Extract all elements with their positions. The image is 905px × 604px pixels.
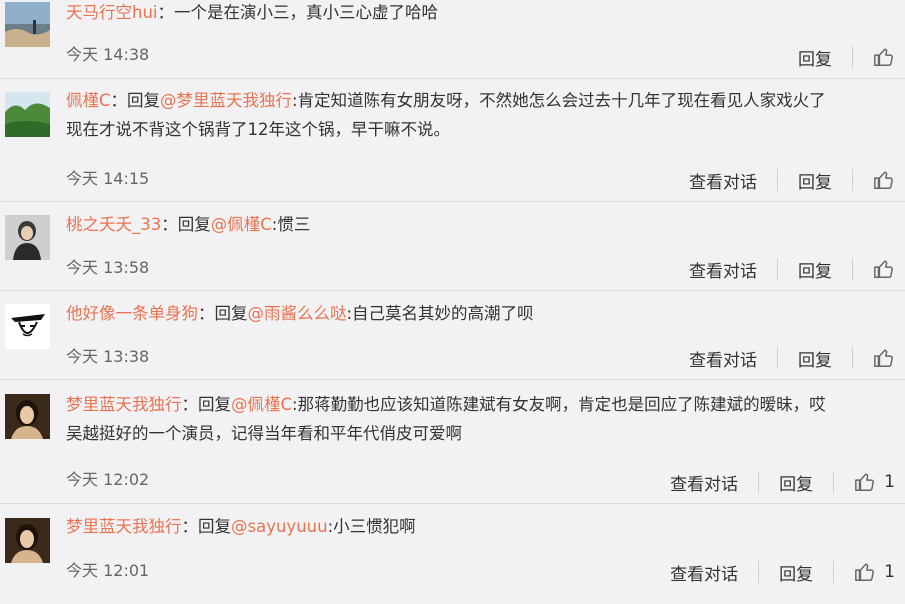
- comment-username[interactable]: 梦里蓝天我独行: [66, 517, 182, 536]
- thumbs-up-icon: [874, 171, 893, 189]
- comment-time: 今天 13:58: [66, 258, 150, 277]
- comment-actions: 查看对话 回复: [689, 254, 895, 284]
- comment-time: 今天 12:02: [66, 470, 150, 489]
- colon: ：: [110, 91, 128, 110]
- comment-body: :惯三: [271, 215, 311, 234]
- comment-body-line2: 吴越挺好的一个演员，记得当年看和平年代俏皮可爱啊: [66, 424, 462, 443]
- comment-body: :那蒋勤勤也应该知道陈建斌有女友啊，肯定也是回应了陈建斌的暧昧，哎: [292, 395, 826, 414]
- like-button[interactable]: [873, 169, 895, 191]
- comment-username[interactable]: 佩槿C: [66, 91, 111, 110]
- comment-item: 佩槿C：回复@梦里蓝天我独行:肯定知道陈有女朋友呀，不然她怎么会过去十几年了现在…: [0, 79, 905, 202]
- comment-item: 梦里蓝天我独行：回复@sayuyuuu:小三惯犯啊 今天 12:01 查看对话 …: [0, 504, 905, 604]
- colon: ：: [157, 3, 175, 22]
- reply-prefix: 回复: [214, 304, 248, 323]
- comment-text: 天马行空hui：一个是在演小三，真小三心虚了哈哈: [66, 0, 893, 27]
- comment-body: 一个是在演小三，真小三心虚了哈哈: [174, 3, 438, 22]
- thumbs-up-icon: [855, 473, 875, 491]
- comment-username[interactable]: 他好像一条单身狗: [66, 304, 198, 323]
- view-conversation-button[interactable]: 查看对话: [689, 257, 757, 282]
- comment-text: 梦里蓝天我独行：回复@sayuyuuu:小三惯犯啊: [66, 512, 893, 541]
- divider: [852, 347, 853, 369]
- like-button[interactable]: 1: [854, 471, 895, 493]
- divider: [852, 258, 853, 280]
- comment-actions: 查看对话 回复: [689, 165, 895, 195]
- comment-item: 他好像一条单身狗：回复@雨酱么么哒:自己莫名其妙的高潮了呗 今天 13:38 查…: [0, 291, 905, 380]
- comment-item: 天马行空hui：一个是在演小三，真小三心虚了哈哈 今天 14:38 回复: [0, 0, 905, 79]
- reply-prefix: 回复: [198, 517, 231, 536]
- like-count: 1: [884, 562, 895, 582]
- thumbs-up-icon: [874, 48, 893, 66]
- comment-actions: 回复: [798, 42, 895, 72]
- comment-time: 今天 13:38: [66, 347, 150, 366]
- like-button[interactable]: [873, 347, 895, 369]
- comment-body: :自己莫名其妙的高潮了呗: [346, 304, 534, 323]
- divider: [852, 169, 853, 191]
- reply-prefix: 回复: [198, 395, 231, 414]
- avatar[interactable]: [5, 2, 50, 47]
- colon: ：: [181, 395, 199, 414]
- colon: ：: [161, 215, 178, 234]
- comment-username[interactable]: 梦里蓝天我独行: [66, 395, 182, 414]
- divider: [833, 471, 835, 493]
- comment-actions: 查看对话 回复: [689, 343, 895, 373]
- mention-link[interactable]: @梦里蓝天我独行: [160, 91, 292, 110]
- reply-button[interactable]: 回复: [798, 168, 832, 193]
- comment-text: 梦里蓝天我独行：回复@佩槿C:那蒋勤勤也应该知道陈建斌有女友啊，肯定也是回应了陈…: [66, 390, 893, 448]
- divider: [833, 561, 835, 583]
- comment-time: 今天 14:38: [66, 45, 150, 64]
- like-button[interactable]: [873, 46, 895, 68]
- mention-link[interactable]: @佩槿C: [211, 215, 272, 234]
- thumbs-up-icon: [874, 349, 893, 367]
- reply-prefix: 回复: [177, 215, 211, 234]
- reply-button[interactable]: 回复: [779, 470, 813, 495]
- thumbs-up-icon: [874, 260, 893, 278]
- comment-body-line2: 现在才说不背这个锅背了12年这个锅，早干嘛不说。: [66, 120, 450, 139]
- comment-time: 今天 14:15: [66, 169, 150, 188]
- avatar[interactable]: [5, 394, 50, 439]
- comment-actions: 查看对话 回复 1: [670, 467, 895, 497]
- reply-prefix: 回复: [127, 91, 161, 110]
- divider: [777, 169, 778, 191]
- thumbs-up-icon: [855, 563, 875, 581]
- avatar[interactable]: [5, 518, 50, 563]
- comment-body: :肯定知道陈有女朋友呀，不然她怎么会过去十几年了现在看见人家戏火了: [292, 91, 826, 110]
- comment-time: 今天 12:01: [66, 561, 150, 580]
- divider: [758, 561, 760, 583]
- divider: [777, 347, 778, 369]
- avatar[interactable]: [5, 92, 50, 137]
- comment-text: 他好像一条单身狗：回复@雨酱么么哒:自己莫名其妙的高潮了呗: [66, 299, 893, 328]
- comment-actions: 查看对话 回复 1: [670, 557, 895, 587]
- comment-item: 桃之夭夭_33：回复@佩槿C:惯三 今天 13:58 查看对话 回复: [0, 202, 905, 291]
- reply-button[interactable]: 回复: [798, 346, 832, 371]
- view-conversation-button[interactable]: 查看对话: [689, 346, 757, 371]
- like-button[interactable]: [873, 258, 895, 280]
- divider: [852, 46, 853, 68]
- like-button[interactable]: 1: [854, 561, 895, 583]
- like-count: 1: [884, 472, 895, 492]
- mention-link[interactable]: @sayuyuuu: [231, 517, 328, 536]
- avatar[interactable]: [5, 215, 50, 260]
- colon: ：: [198, 304, 215, 323]
- divider: [777, 258, 778, 280]
- comment-username[interactable]: 天马行空hui: [66, 3, 158, 22]
- comment-text: 佩槿C：回复@梦里蓝天我独行:肯定知道陈有女朋友呀，不然她怎么会过去十几年了现在…: [66, 86, 893, 144]
- mention-link[interactable]: @佩槿C: [231, 395, 292, 414]
- colon: ：: [181, 517, 199, 536]
- comment-item: 梦里蓝天我独行：回复@佩槿C:那蒋勤勤也应该知道陈建斌有女友啊，肯定也是回应了陈…: [0, 380, 905, 504]
- comment-body: :小三惯犯啊: [327, 517, 416, 536]
- reply-button[interactable]: 回复: [798, 257, 832, 282]
- mention-link[interactable]: @雨酱么么哒: [248, 304, 347, 323]
- comment-username[interactable]: 桃之夭夭_33: [66, 215, 161, 234]
- divider: [758, 471, 760, 493]
- view-conversation-button[interactable]: 查看对话: [670, 470, 738, 495]
- avatar[interactable]: [5, 304, 50, 349]
- comment-text: 桃之夭夭_33：回复@佩槿C:惯三: [66, 210, 893, 239]
- view-conversation-button[interactable]: 查看对话: [689, 168, 757, 193]
- reply-button[interactable]: 回复: [798, 45, 832, 70]
